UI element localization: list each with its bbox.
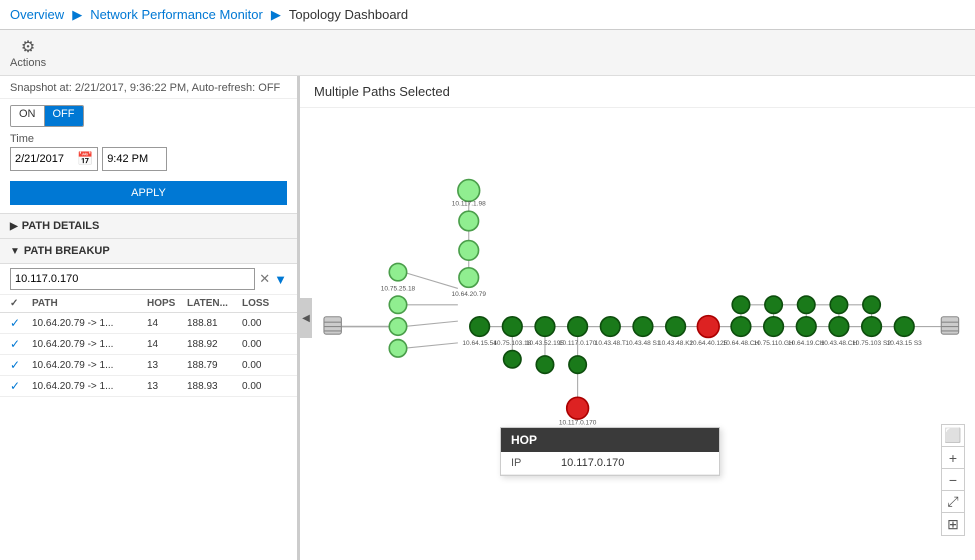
row-latency-3: 188.93 <box>187 381 242 392</box>
hop-popup: HOP IP 10.117.0.170 <box>500 427 720 476</box>
date-input[interactable] <box>15 153 75 165</box>
table-header: ✓ PATH HOPS LATEN... LOSS <box>0 295 297 313</box>
svg-text:10.43.48.K2: 10.43.48.K2 <box>658 340 694 347</box>
path-details-label: PATH DETAILS <box>22 220 100 232</box>
row-path-1: 10.64.20.79 -> 1... <box>32 339 147 350</box>
row-loss-3: 0.00 <box>242 381 287 392</box>
path-table-body: ✓ 10.64.20.79 -> 1... 14 188.81 0.00 ✓ 1… <box>0 313 297 397</box>
row-loss-1: 0.00 <box>242 339 287 350</box>
row-latency-1: 188.92 <box>187 339 242 350</box>
breadcrumb-bar: Overview ▶ Network Performance Monitor ▶… <box>0 0 975 30</box>
topology-svg[interactable]: 10.64.15.54 10.75.103.18 10.43.52.195 10… <box>300 108 975 556</box>
time-section: Time 📅 <box>0 129 297 177</box>
svg-text:10.117.0.170: 10.117.0.170 <box>559 340 597 347</box>
hop-ip-value: 10.117.0.170 <box>561 457 624 469</box>
svg-text:10.43.48.T: 10.43.48.T <box>595 340 626 347</box>
toggle-off[interactable]: OFF <box>45 106 83 126</box>
time-input[interactable] <box>107 153 162 165</box>
breadcrumb-sep2: ▶ <box>271 7 281 23</box>
svg-text:10.117.1.98: 10.117.1.98 <box>452 201 486 208</box>
row-check-1[interactable]: ✓ <box>10 337 32 351</box>
path-breakup-label: PATH BREAKUP <box>24 245 110 257</box>
svg-text:10.64.15.54: 10.64.15.54 <box>462 340 497 347</box>
zoom-expand-button[interactable]: ⬜ <box>942 425 964 447</box>
path-breakup-arrow: ▼ <box>10 246 20 257</box>
clear-filter-icon[interactable]: ✕ <box>259 271 270 287</box>
actions-icon: ⚙ <box>21 37 35 57</box>
path-details-header[interactable]: ▶ PATH DETAILS <box>0 213 297 239</box>
hop-popup-header: HOP <box>501 428 719 452</box>
main-layout: Snapshot at: 2/21/2017, 9:36:22 PM, Auto… <box>0 76 975 560</box>
zoom-controls: ⬜ + − ⤢ ⊞ <box>941 424 965 536</box>
svg-text:10.75.25.18: 10.75.25.18 <box>381 286 416 293</box>
row-path-0: 10.64.20.79 -> 1... <box>32 318 147 329</box>
col-latency: LATEN... <box>187 298 242 309</box>
table-row[interactable]: ✓ 10.64.20.79 -> 1... 14 188.81 0.00 <box>0 313 297 334</box>
row-hops-2: 13 <box>147 360 187 371</box>
auto-refresh-toggle[interactable]: ON OFF <box>10 105 84 127</box>
row-check-3[interactable]: ✓ <box>10 379 32 393</box>
row-latency-2: 188.79 <box>187 360 242 371</box>
col-loss: LOSS <box>242 298 287 309</box>
row-hops-0: 14 <box>147 318 187 329</box>
path-breakup-header[interactable]: ▼ PATH BREAKUP <box>0 239 297 264</box>
filter-input[interactable] <box>10 268 255 290</box>
actions-label: Actions <box>10 57 46 69</box>
row-check-2[interactable]: ✓ <box>10 358 32 372</box>
time-label: Time <box>10 133 287 145</box>
auto-refresh-toggle-row: ON OFF <box>0 99 297 129</box>
time-inputs: 📅 <box>10 147 287 171</box>
row-loss-0: 0.00 <box>242 318 287 329</box>
row-path-2: 10.64.20.79 -> 1... <box>32 360 147 371</box>
breadcrumb-topology: Topology Dashboard <box>289 7 408 22</box>
table-row[interactable]: ✓ 10.64.20.79 -> 1... 13 188.93 0.00 <box>0 376 297 397</box>
col-check: ✓ <box>10 298 32 309</box>
svg-text:10.64.19.CH: 10.64.19.CH <box>788 340 825 347</box>
apply-button[interactable]: APPLY <box>10 181 287 205</box>
row-path-3: 10.64.20.79 -> 1... <box>32 381 147 392</box>
svg-text:10.43.15 S3: 10.43.15 S3 <box>887 340 923 347</box>
collapse-handle[interactable]: ◀ <box>300 298 312 338</box>
row-latency-0: 188.81 <box>187 318 242 329</box>
breadcrumb-sep1: ▶ <box>72 7 82 23</box>
toolbar: ⚙ Actions <box>0 30 975 76</box>
svg-text:10.75.103 S2: 10.75.103 S2 <box>852 340 891 347</box>
calendar-icon[interactable]: 📅 <box>77 151 93 167</box>
hop-ip-label: IP <box>511 457 541 469</box>
col-path: PATH <box>32 298 147 309</box>
filter-funnel-icon[interactable]: ▼ <box>274 272 287 287</box>
path-details-arrow: ▶ <box>10 221 18 232</box>
snapshot-bar: Snapshot at: 2/21/2017, 9:36:22 PM, Auto… <box>0 76 297 99</box>
breadcrumb-overview[interactable]: Overview <box>10 7 64 22</box>
svg-text:10.43.48 S1: 10.43.48 S1 <box>625 340 661 347</box>
filter-row: ✕ ▼ <box>0 264 297 295</box>
table-row[interactable]: ✓ 10.64.20.79 -> 1... 14 188.92 0.00 <box>0 334 297 355</box>
svg-text:10.64.20.79: 10.64.20.79 <box>452 291 487 298</box>
zoom-in-button[interactable]: + <box>942 447 964 469</box>
row-loss-2: 0.00 <box>242 360 287 371</box>
zoom-fit-button[interactable]: ⤢ <box>942 491 964 513</box>
col-hops: HOPS <box>147 298 187 309</box>
toggle-on[interactable]: ON <box>11 106 45 126</box>
zoom-out-button[interactable]: − <box>942 469 964 491</box>
panel-title: Multiple Paths Selected <box>300 76 975 108</box>
topology-area: 10.64.15.54 10.75.103.18 10.43.52.195 10… <box>300 108 975 556</box>
right-panel: ◀ Multiple Paths Selected <box>300 76 975 560</box>
svg-text:10.117.0.170: 10.117.0.170 <box>559 420 597 427</box>
table-row[interactable]: ✓ 10.64.20.79 -> 1... 13 188.79 0.00 <box>0 355 297 376</box>
breadcrumb-npm[interactable]: Network Performance Monitor <box>90 7 263 22</box>
row-hops-3: 13 <box>147 381 187 392</box>
row-check-0[interactable]: ✓ <box>10 316 32 330</box>
left-panel: Snapshot at: 2/21/2017, 9:36:22 PM, Auto… <box>0 76 300 560</box>
hop-popup-row: IP 10.117.0.170 <box>501 452 719 475</box>
zoom-grid-button[interactable]: ⊞ <box>942 513 964 535</box>
row-hops-1: 14 <box>147 339 187 350</box>
actions-button[interactable]: ⚙ Actions <box>10 37 46 69</box>
date-input-wrapper[interactable]: 📅 <box>10 147 98 171</box>
time-input-wrapper[interactable] <box>102 147 167 171</box>
